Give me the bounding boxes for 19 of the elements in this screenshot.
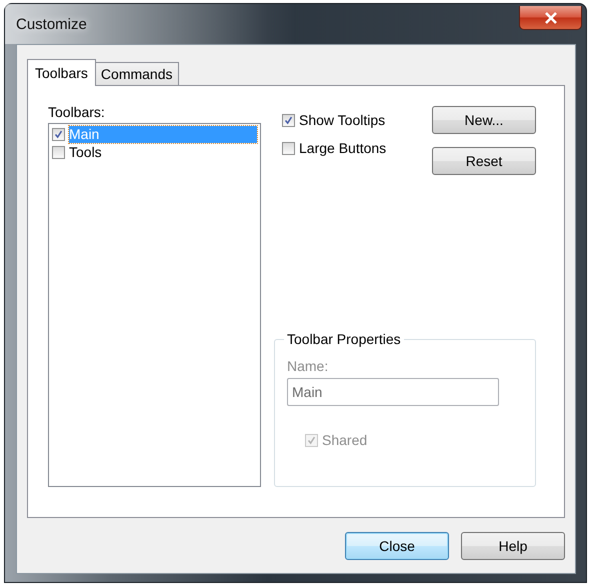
new-button[interactable]: New... bbox=[432, 106, 536, 134]
window-close-button[interactable] bbox=[519, 6, 582, 30]
window-title: Customize bbox=[16, 16, 87, 32]
help-button[interactable]: Help bbox=[461, 532, 565, 560]
checkbox-label: Large Buttons bbox=[299, 140, 386, 157]
close-button[interactable]: Close bbox=[345, 532, 449, 560]
checkbox[interactable] bbox=[52, 128, 65, 141]
close-icon bbox=[544, 12, 558, 24]
tab[interactable]: Commands bbox=[94, 62, 179, 85]
list-label: Toolbars: bbox=[48, 104, 106, 120]
checkbox[interactable] bbox=[52, 146, 65, 159]
list-item[interactable]: Tools bbox=[69, 144, 102, 161]
checkbox[interactable] bbox=[282, 114, 295, 127]
checkbox-label: Shared bbox=[322, 432, 368, 449]
checkbox-label: Show Tooltips bbox=[299, 112, 386, 129]
tab[interactable]: Toolbars bbox=[27, 59, 96, 86]
name-label: Name: bbox=[287, 358, 328, 374]
reset-button[interactable]: Reset bbox=[432, 147, 536, 175]
checkbox[interactable] bbox=[282, 142, 295, 155]
